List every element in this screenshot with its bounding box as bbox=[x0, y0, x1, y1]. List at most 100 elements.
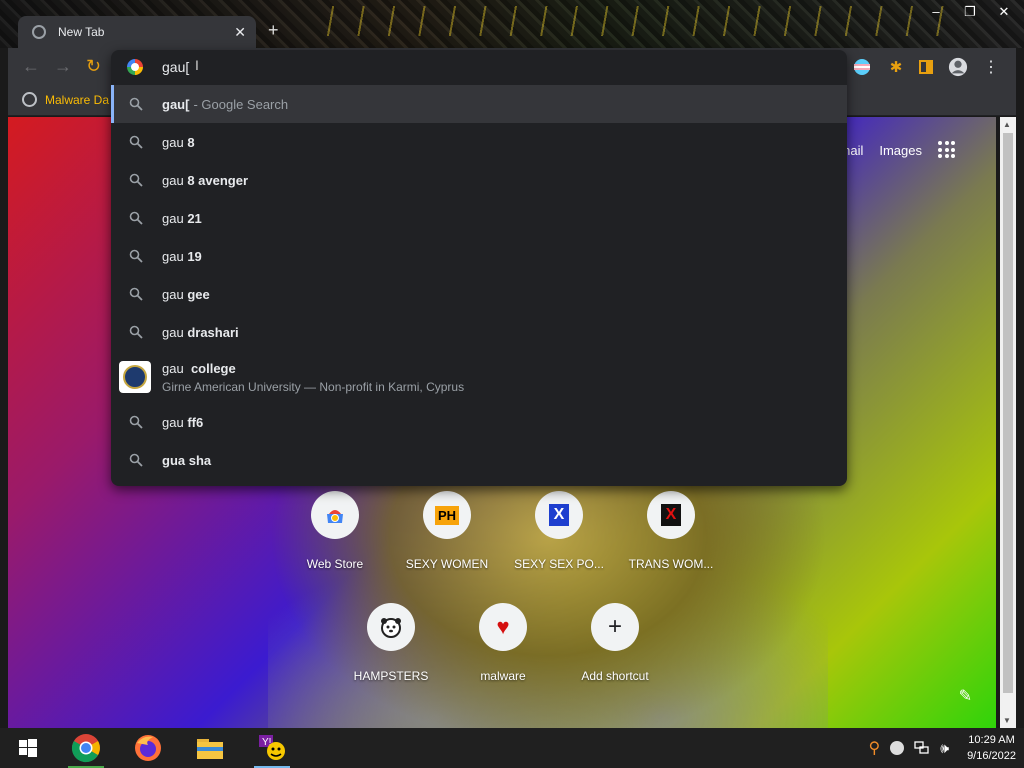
search-icon bbox=[129, 325, 143, 339]
suggestion-completion: ff6 bbox=[187, 414, 204, 430]
address-bar-input[interactable]: gau[ I bbox=[111, 50, 847, 84]
chrome-icon bbox=[71, 734, 100, 763]
shortcut-hampsters[interactable]: HAMPSTERS bbox=[335, 603, 447, 683]
profile-flag-icon[interactable] bbox=[852, 57, 872, 77]
start-button[interactable] bbox=[2, 728, 54, 768]
taskbar-firefox[interactable] bbox=[122, 728, 174, 768]
reload-icon[interactable]: ↻ bbox=[86, 56, 101, 77]
system-tray: ⚲ 🕪 10:29 AM 9/16/2022 bbox=[869, 728, 1016, 768]
maximize-button[interactable]: ❐ bbox=[960, 4, 980, 20]
suggestion-completion: 8 avenger bbox=[187, 172, 249, 188]
browser-title-bar: New Tab ✕ + – ❐ ✕ bbox=[0, 0, 1024, 48]
windows-taskbar: Y! ⚲ 🕪 10:29 AM 9/16/2022 bbox=[0, 728, 1024, 768]
shortcut-sexy-women[interactable]: PH SEXY WOMEN bbox=[391, 491, 503, 571]
omnibox-typed-text[interactable]: gau[ bbox=[162, 59, 189, 75]
images-link[interactable]: Images bbox=[879, 143, 922, 158]
suggestion-item[interactable]: gau 8 avenger bbox=[111, 161, 847, 199]
suggestion-item[interactable]: gau gee bbox=[111, 275, 847, 313]
suggestion-typed: gau bbox=[162, 324, 184, 340]
omnibox-dropdown: gau[ I gau[ - Google Search gau 8 gau 8 … bbox=[111, 50, 847, 486]
clock-time: 10:29 AM bbox=[968, 734, 1015, 746]
google-logo-icon bbox=[127, 59, 143, 75]
apps-grid-icon[interactable] bbox=[938, 141, 956, 159]
suggestion-item[interactable]: gau ff6 bbox=[111, 403, 847, 441]
university-seal-icon bbox=[119, 361, 151, 393]
suggestion-typed: gau bbox=[162, 134, 184, 150]
suggestion-text: gau[ bbox=[162, 96, 190, 112]
taskbar-yahoo-messenger[interactable]: Y! bbox=[246, 728, 298, 768]
tab-close-icon[interactable]: ✕ bbox=[234, 24, 246, 41]
hamster-icon bbox=[367, 603, 415, 651]
heart-icon: ♥ bbox=[479, 603, 527, 651]
search-icon bbox=[129, 135, 143, 149]
shortcut-label: Add shortcut bbox=[581, 669, 649, 683]
profile-avatar-icon[interactable] bbox=[948, 57, 968, 77]
suggestion-typed: gau bbox=[162, 360, 188, 376]
scroll-down-arrow-icon[interactable]: ▼ bbox=[1003, 716, 1011, 725]
close-window-button[interactable]: ✕ bbox=[994, 4, 1014, 20]
folder-icon bbox=[197, 739, 223, 759]
plus-icon: + bbox=[591, 603, 639, 651]
tab-new-tab[interactable]: New Tab ✕ bbox=[18, 16, 256, 48]
search-magnifier-icon[interactable]: ⚲ bbox=[869, 738, 881, 758]
suggestion-description: Girne American University — Non-profit i… bbox=[162, 379, 465, 394]
shortcut-label: malware bbox=[480, 669, 526, 683]
minimize-button[interactable]: – bbox=[926, 4, 946, 20]
search-icon bbox=[129, 453, 143, 467]
back-arrow-icon[interactable]: ← bbox=[22, 56, 40, 77]
windows-logo-icon bbox=[19, 739, 37, 757]
suggestion-item[interactable]: gau drashari bbox=[111, 313, 847, 351]
taskbar-file-explorer[interactable] bbox=[184, 728, 236, 768]
shortcut-label: Web Store bbox=[306, 557, 364, 571]
side-panel-icon[interactable] bbox=[916, 57, 936, 77]
taskbar-chrome[interactable] bbox=[60, 728, 112, 768]
suggestion-item[interactable]: gau 19 bbox=[111, 237, 847, 275]
suggestion-completion: college bbox=[190, 360, 236, 376]
forward-arrow-icon[interactable]: → bbox=[54, 56, 72, 77]
shortcut-trans-wom[interactable]: X TRANS WOM... bbox=[615, 491, 727, 571]
search-icon bbox=[129, 97, 143, 111]
system-clock[interactable]: 10:29 AM 9/16/2022 bbox=[967, 732, 1016, 764]
x-logo-red-icon: X bbox=[647, 491, 695, 539]
window-controls: – ❐ ✕ bbox=[926, 4, 1014, 20]
new-tab-button[interactable]: + bbox=[268, 20, 279, 41]
suggestion-item[interactable]: gua sha bbox=[111, 441, 847, 479]
shortcut-label: SEXY WOMEN bbox=[405, 557, 489, 571]
bookmark-label: Malware Da bbox=[45, 92, 110, 107]
menu-kebab-icon[interactable]: ⋮ bbox=[981, 57, 1001, 77]
status-circle-icon[interactable] bbox=[890, 741, 905, 755]
suggestion-completion: drashari bbox=[187, 324, 239, 340]
suggestion-completion: 19 bbox=[187, 248, 202, 264]
suggestion-hint: - Google Search bbox=[193, 96, 289, 112]
volume-icon[interactable]: 🕪 bbox=[940, 740, 949, 757]
suggestion-completion: 21 bbox=[187, 210, 202, 226]
network-icon[interactable] bbox=[914, 741, 930, 755]
search-icon bbox=[129, 287, 143, 301]
webstore-icon bbox=[311, 491, 359, 539]
shortcut-malware[interactable]: ♥ malware bbox=[447, 603, 559, 683]
shortcut-sexy-sex-po[interactable]: X SEXY SEX PO... bbox=[503, 491, 615, 571]
suggestion-completion: gua sha bbox=[162, 452, 212, 468]
suggestion-list: gau[ - Google Search gau 8 gau 8 avenger… bbox=[111, 85, 847, 479]
suggestion-typed: gau bbox=[162, 210, 184, 226]
suggestion-entity[interactable]: gau college Girne American University — … bbox=[111, 351, 847, 403]
graffiti-background bbox=[320, 6, 960, 36]
scroll-up-arrow-icon[interactable]: ▲ bbox=[1003, 120, 1011, 129]
yahoo-messenger-icon: Y! bbox=[259, 735, 285, 760]
page-scrollbar[interactable]: ▲ ▼ bbox=[1000, 117, 1016, 728]
scrollbar-thumb[interactable] bbox=[1003, 133, 1013, 693]
suggestion-typed: gau bbox=[162, 286, 184, 302]
text-cursor-icon: I bbox=[195, 57, 199, 73]
shortcut-add[interactable]: + Add shortcut bbox=[559, 603, 671, 683]
customize-pencil-icon[interactable]: ✎ bbox=[959, 686, 972, 706]
globe-icon bbox=[22, 92, 37, 107]
shortcut-web-store[interactable]: Web Store bbox=[279, 491, 391, 571]
shortcut-label: SEXY SEX PO... bbox=[514, 557, 604, 571]
suggestion-google-search[interactable]: gau[ - Google Search bbox=[111, 85, 847, 123]
firefox-icon bbox=[135, 735, 161, 761]
ph-logo-icon: PH bbox=[423, 491, 471, 539]
bookmark-malware[interactable]: Malware Da bbox=[22, 92, 109, 107]
suggestion-item[interactable]: gau 8 bbox=[111, 123, 847, 161]
extensions-puzzle-icon[interactable]: ✱ bbox=[886, 57, 906, 77]
suggestion-item[interactable]: gau 21 bbox=[111, 199, 847, 237]
